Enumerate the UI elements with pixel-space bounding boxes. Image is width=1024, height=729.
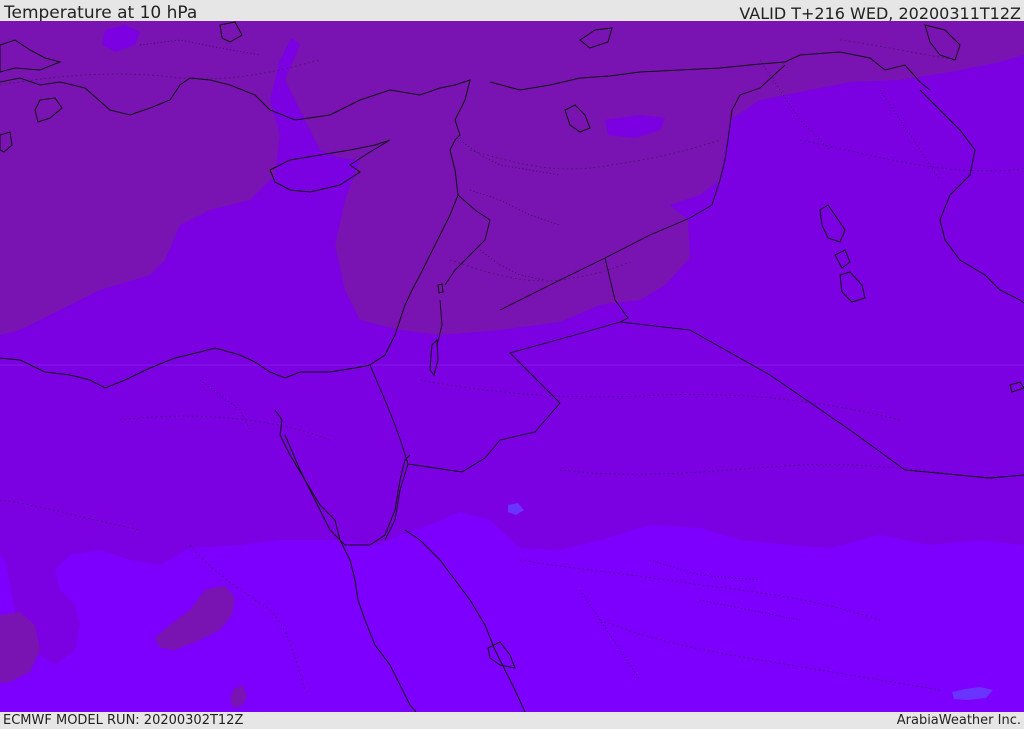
map-title: Temperature at 10 hPa [4, 3, 198, 23]
credit-label: ArabiaWeather Inc. [896, 713, 1021, 728]
temperature-map-svg [0, 21, 1024, 712]
model-run-label: ECMWF MODEL RUN: 20200302T12Z [3, 713, 244, 728]
header-bar: Temperature at 10 hPa VALID T+216 WED, 2… [0, 0, 1024, 23]
map-canvas [0, 21, 1024, 712]
footer-bar: ECMWF MODEL RUN: 20200302T12Z ArabiaWeat… [0, 712, 1024, 729]
weather-map-page: Temperature at 10 hPa VALID T+216 WED, 2… [0, 0, 1024, 729]
